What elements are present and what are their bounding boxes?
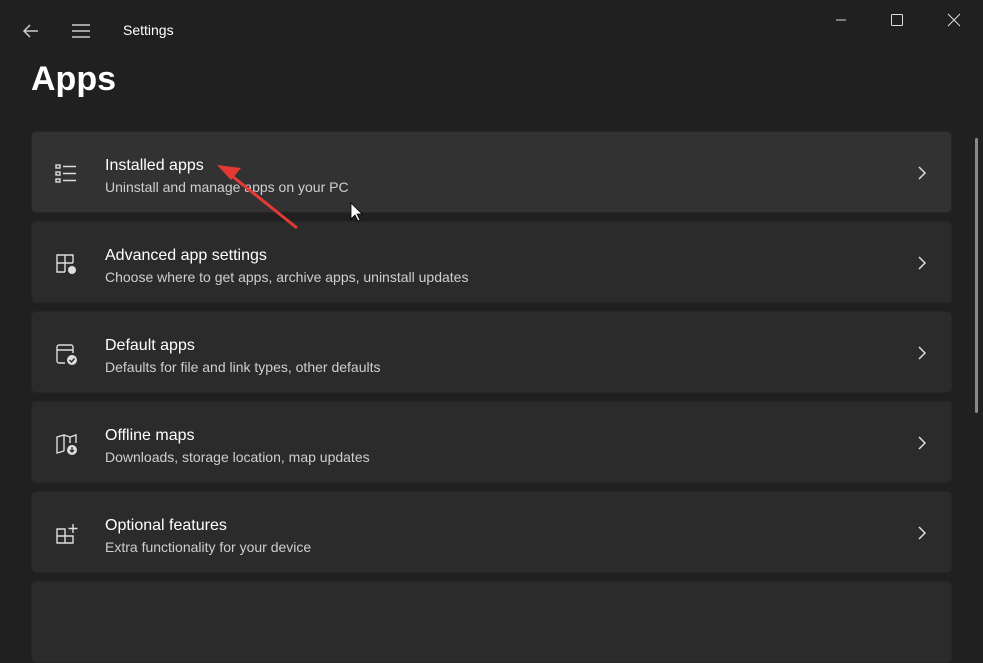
item-title: Advanced app settings: [105, 247, 267, 264]
map-download-icon: [56, 434, 77, 455]
add-feature-icon: [56, 524, 78, 544]
default-apps-icon: [56, 344, 77, 365]
offline-maps-item[interactable]: Offline maps Downloads, storage location…: [31, 401, 952, 483]
optional-features-item[interactable]: Optional features Extra functionality fo…: [31, 491, 952, 573]
item-subtitle: Defaults for file and link types, other …: [105, 359, 381, 375]
item-subtitle: Choose where to get apps, archive apps, …: [105, 269, 469, 285]
default-apps-item[interactable]: Default apps Defaults for file and link …: [31, 311, 952, 393]
item-subtitle: Downloads, storage location, map updates: [105, 449, 370, 465]
chevron-right-icon: [918, 436, 927, 450]
hamburger-menu-icon[interactable]: [68, 18, 94, 44]
page-title: Apps: [31, 60, 116, 98]
close-icon[interactable]: [939, 8, 969, 32]
chevron-right-icon: [918, 346, 927, 360]
item-subtitle: Uninstall and manage apps on your PC: [105, 179, 349, 195]
scrollbar[interactable]: [975, 138, 978, 413]
chevron-right-icon: [918, 526, 927, 540]
item-title: Optional features: [105, 517, 227, 534]
window-title: Settings: [123, 22, 174, 38]
title-bar: Settings: [0, 0, 983, 60]
minimize-icon[interactable]: [826, 8, 856, 32]
app-settings-icon: [56, 254, 76, 274]
item-subtitle: Extra functionality for your device: [105, 539, 312, 555]
maximize-icon[interactable]: [882, 8, 912, 32]
advanced-app-settings-item[interactable]: Advanced app settings Choose where to ge…: [31, 221, 952, 303]
chevron-right-icon: [918, 256, 927, 270]
item-title: Offline maps: [105, 427, 195, 444]
item-title: Default apps: [105, 337, 195, 354]
back-arrow-icon[interactable]: [18, 18, 44, 44]
list-icon: [55, 164, 76, 183]
next-item-partial[interactable]: [31, 581, 952, 663]
installed-apps-item[interactable]: Installed apps Uninstall and manage apps…: [31, 131, 952, 213]
item-title: Installed apps: [105, 157, 204, 174]
chevron-right-icon: [918, 166, 927, 180]
